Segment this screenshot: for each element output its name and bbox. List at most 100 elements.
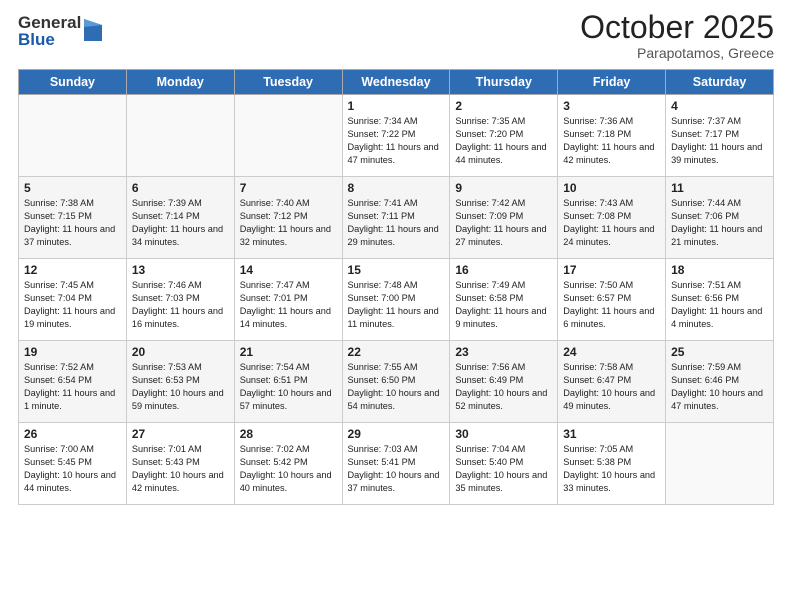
day-number: 23: [455, 345, 552, 359]
day-info: Sunrise: 7:00 AM Sunset: 5:45 PM Dayligh…: [24, 443, 121, 495]
day-info: Sunrise: 7:38 AM Sunset: 7:15 PM Dayligh…: [24, 197, 121, 249]
logo-text: General Blue: [18, 14, 81, 48]
day-cell: 16 Sunrise: 7:49 AM Sunset: 6:58 PM Dayli…: [450, 259, 558, 341]
week-row-1: 1Sunrise: 7:34 AM Sunset: 7:22 PM Daylig…: [19, 95, 774, 177]
day-cell: 2Sunrise: 7:35 AM Sunset: 7:20 PM Daylig…: [450, 95, 558, 177]
day-cell: 30 Sunrise: 7:04 AM Sunset: 5:40 PM Dayli…: [450, 423, 558, 505]
day-number: 31: [563, 427, 660, 441]
day-info: Sunrise: 7:37 AM Sunset: 7:17 PM Dayligh…: [671, 115, 768, 167]
day-number: 1: [348, 99, 445, 113]
day-cell: 5 Sunrise: 7:38 AM Sunset: 7:15 PM Daylig…: [19, 177, 127, 259]
day-info: Sunrise: 7:02 AM Sunset: 5:42 PM Dayligh…: [240, 443, 337, 495]
day-info: Sunrise: 7:51 AM Sunset: 6:56 PM Dayligh…: [671, 279, 768, 331]
day-cell: 25 Sunrise: 7:59 AM Sunset: 6:46 PM Dayli…: [666, 341, 774, 423]
day-cell: 22Sunrise: 7:55 AM Sunset: 6:50 PM Dayli…: [342, 341, 450, 423]
day-cell: 13 Sunrise: 7:46 AM Sunset: 7:03 PM Dayli…: [126, 259, 234, 341]
day-cell: 1Sunrise: 7:34 AM Sunset: 7:22 PM Daylig…: [342, 95, 450, 177]
day-number: 6: [132, 181, 229, 195]
day-number: 4: [671, 99, 768, 113]
day-cell: 11 Sunrise: 7:44 AM Sunset: 7:06 PM Dayli…: [666, 177, 774, 259]
calendar-page: General Blue October 2025 Parapotamos, G…: [0, 0, 792, 612]
day-info: Sunrise: 7:35 AM Sunset: 7:20 PM Dayligh…: [455, 115, 552, 167]
day-info: Sunrise: 7:54 AM Sunset: 6:51 PM Dayligh…: [240, 361, 337, 413]
day-number: 8: [348, 181, 445, 195]
header: General Blue October 2025 Parapotamos, G…: [18, 10, 774, 61]
day-cell: 12 Sunrise: 7:45 AM Sunset: 7:04 PM Dayli…: [19, 259, 127, 341]
day-info: Sunrise: 7:52 AM Sunset: 6:54 PM Dayligh…: [24, 361, 121, 413]
day-number: 18: [671, 263, 768, 277]
logo-general: General: [18, 14, 81, 31]
day-number: 14: [240, 263, 337, 277]
day-cell: 19 Sunrise: 7:52 AM Sunset: 6:54 PM Dayli…: [19, 341, 127, 423]
day-info: Sunrise: 7:49 AM Sunset: 6:58 PM Dayligh…: [455, 279, 552, 331]
day-cell: [234, 95, 342, 177]
col-header-monday: Monday: [126, 70, 234, 95]
location-subtitle: Parapotamos, Greece: [580, 45, 774, 61]
day-number: 19: [24, 345, 121, 359]
day-cell: 27 Sunrise: 7:01 AM Sunset: 5:43 PM Dayli…: [126, 423, 234, 505]
day-info: Sunrise: 7:46 AM Sunset: 7:03 PM Dayligh…: [132, 279, 229, 331]
day-number: 11: [671, 181, 768, 195]
day-info: Sunrise: 7:03 AM Sunset: 5:41 PM Dayligh…: [348, 443, 445, 495]
header-row: SundayMondayTuesdayWednesdayThursdayFrid…: [19, 70, 774, 95]
col-header-tuesday: Tuesday: [234, 70, 342, 95]
day-number: 30: [455, 427, 552, 441]
day-cell: 15 Sunrise: 7:48 AM Sunset: 7:00 PM Dayli…: [342, 259, 450, 341]
day-cell: [666, 423, 774, 505]
week-row-3: 12 Sunrise: 7:45 AM Sunset: 7:04 PM Dayli…: [19, 259, 774, 341]
day-cell: [19, 95, 127, 177]
day-info: Sunrise: 7:53 AM Sunset: 6:53 PM Dayligh…: [132, 361, 229, 413]
day-info: Sunrise: 7:59 AM Sunset: 6:46 PM Dayligh…: [671, 361, 768, 413]
day-cell: 9Sunrise: 7:42 AM Sunset: 7:09 PM Daylig…: [450, 177, 558, 259]
day-cell: [126, 95, 234, 177]
day-number: 24: [563, 345, 660, 359]
day-cell: 26 Sunrise: 7:00 AM Sunset: 5:45 PM Dayli…: [19, 423, 127, 505]
day-number: 28: [240, 427, 337, 441]
day-info: Sunrise: 7:01 AM Sunset: 5:43 PM Dayligh…: [132, 443, 229, 495]
day-info: Sunrise: 7:58 AM Sunset: 6:47 PM Dayligh…: [563, 361, 660, 413]
day-cell: 29Sunrise: 7:03 AM Sunset: 5:41 PM Dayli…: [342, 423, 450, 505]
day-info: Sunrise: 7:47 AM Sunset: 7:01 PM Dayligh…: [240, 279, 337, 331]
day-info: Sunrise: 7:04 AM Sunset: 5:40 PM Dayligh…: [455, 443, 552, 495]
day-info: Sunrise: 7:45 AM Sunset: 7:04 PM Dayligh…: [24, 279, 121, 331]
day-number: 20: [132, 345, 229, 359]
week-row-4: 19 Sunrise: 7:52 AM Sunset: 6:54 PM Dayli…: [19, 341, 774, 423]
day-number: 15: [348, 263, 445, 277]
col-header-sunday: Sunday: [19, 70, 127, 95]
day-cell: 7 Sunrise: 7:40 AM Sunset: 7:12 PM Daylig…: [234, 177, 342, 259]
day-number: 12: [24, 263, 121, 277]
col-header-thursday: Thursday: [450, 70, 558, 95]
day-cell: 14 Sunrise: 7:47 AM Sunset: 7:01 PM Dayli…: [234, 259, 342, 341]
day-cell: 8 Sunrise: 7:41 AM Sunset: 7:11 PM Daylig…: [342, 177, 450, 259]
day-number: 17: [563, 263, 660, 277]
day-cell: 4 Sunrise: 7:37 AM Sunset: 7:17 PM Daylig…: [666, 95, 774, 177]
day-info: Sunrise: 7:44 AM Sunset: 7:06 PM Dayligh…: [671, 197, 768, 249]
calendar-table: SundayMondayTuesdayWednesdayThursdayFrid…: [18, 69, 774, 505]
day-number: 3: [563, 99, 660, 113]
day-cell: 6Sunrise: 7:39 AM Sunset: 7:14 PM Daylig…: [126, 177, 234, 259]
day-cell: 17Sunrise: 7:50 AM Sunset: 6:57 PM Dayli…: [558, 259, 666, 341]
week-row-2: 5 Sunrise: 7:38 AM Sunset: 7:15 PM Daylig…: [19, 177, 774, 259]
day-number: 7: [240, 181, 337, 195]
day-number: 5: [24, 181, 121, 195]
day-cell: 18 Sunrise: 7:51 AM Sunset: 6:56 PM Dayli…: [666, 259, 774, 341]
logo: General Blue: [18, 14, 102, 48]
day-info: Sunrise: 7:43 AM Sunset: 7:08 PM Dayligh…: [563, 197, 660, 249]
day-cell: 20 Sunrise: 7:53 AM Sunset: 6:53 PM Dayli…: [126, 341, 234, 423]
week-row-5: 26 Sunrise: 7:00 AM Sunset: 5:45 PM Dayli…: [19, 423, 774, 505]
title-block: October 2025 Parapotamos, Greece: [580, 10, 774, 61]
col-header-friday: Friday: [558, 70, 666, 95]
day-info: Sunrise: 7:40 AM Sunset: 7:12 PM Dayligh…: [240, 197, 337, 249]
day-number: 16: [455, 263, 552, 277]
col-header-saturday: Saturday: [666, 70, 774, 95]
day-number: 25: [671, 345, 768, 359]
day-cell: 10Sunrise: 7:43 AM Sunset: 7:08 PM Dayli…: [558, 177, 666, 259]
day-number: 13: [132, 263, 229, 277]
day-cell: 3Sunrise: 7:36 AM Sunset: 7:18 PM Daylig…: [558, 95, 666, 177]
day-cell: 21Sunrise: 7:54 AM Sunset: 6:51 PM Dayli…: [234, 341, 342, 423]
col-header-wednesday: Wednesday: [342, 70, 450, 95]
day-info: Sunrise: 7:48 AM Sunset: 7:00 PM Dayligh…: [348, 279, 445, 331]
day-number: 27: [132, 427, 229, 441]
day-number: 26: [24, 427, 121, 441]
day-info: Sunrise: 7:41 AM Sunset: 7:11 PM Dayligh…: [348, 197, 445, 249]
